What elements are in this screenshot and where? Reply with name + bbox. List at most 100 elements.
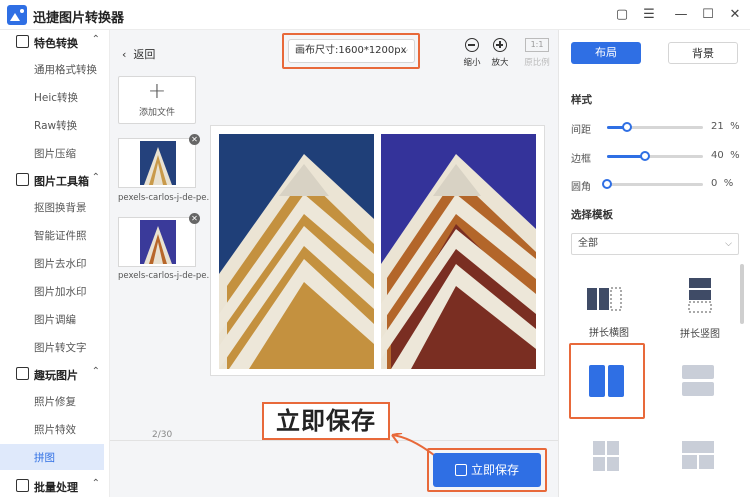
pin-icon[interactable]: ▢ [613, 6, 631, 24]
horizontal-strip-icon [587, 287, 622, 311]
spacing-label: 间距 [571, 125, 591, 136]
template-grid-a[interactable] [577, 433, 637, 483]
sidebar-item-label: 智能证件照 [34, 230, 87, 242]
two-rows-icon [682, 365, 714, 396]
sidebar: 特色转换 ⌃ 通用格式转换 Heic转换 Raw转换 图片压缩 图片工具箱 ⌃ … [0, 30, 110, 497]
add-file-label: 添加文件 [138, 108, 175, 118]
add-file-button[interactable]: + 添加文件 [118, 76, 196, 124]
corner-radius-value: 0 % [711, 178, 734, 189]
original-ratio-button[interactable]: 1:1 原比例 [523, 38, 551, 68]
page-indicator: 2/30 [152, 430, 173, 440]
sidebar-item-photo-effects[interactable]: 照片特效 [0, 416, 104, 442]
workspace: ‹ 返回 画布尺寸:1600*1200px ⌵ 缩小 放大 1:1 原比例 + … [110, 30, 558, 497]
sidebar-item-collage[interactable]: 拼图 [0, 444, 104, 470]
chevron-up-icon: ⌃ [91, 172, 100, 183]
sidebar-group-label: 趣玩图片 [34, 369, 78, 382]
two-columns-icon [589, 365, 624, 397]
border-label: 边框 [571, 154, 591, 165]
sidebar-item-label: 图片调编 [34, 314, 76, 326]
vertical-strip-icon [688, 278, 712, 313]
template-vertical-strip[interactable]: 拼长竖图 [670, 276, 730, 340]
grid-layout-icon [593, 441, 619, 471]
template-filter-select[interactable]: 全部 ⌵ [571, 233, 739, 255]
corner-radius-slider[interactable] [602, 179, 703, 189]
sidebar-item-compress[interactable]: 图片压缩 [0, 140, 104, 166]
sidebar-item-label: Raw转换 [34, 120, 78, 132]
template-label: 拼长竖图 [680, 329, 720, 340]
sidebar-group-label: 特色转换 [34, 37, 78, 50]
corner-radius-label: 圆角 [571, 182, 591, 193]
app-logo-icon [7, 5, 27, 25]
close-button[interactable]: ✕ [726, 6, 744, 24]
sidebar-item-photo-repair[interactable]: 照片修复 [0, 388, 104, 414]
sidebar-group-featured[interactable]: 特色转换 ⌃ [0, 30, 110, 54]
grid-layout-icon [682, 441, 714, 469]
back-button[interactable]: ‹ 返回 [122, 46, 155, 62]
sidebar-group-fun[interactable]: 趣玩图片 ⌃ [0, 362, 110, 386]
sidebar-item-heic[interactable]: Heic转换 [0, 84, 104, 110]
remove-file-icon[interactable]: ✕ [189, 213, 200, 224]
menu-icon[interactable]: ☰ [640, 6, 658, 24]
panel-scrollbar[interactable] [740, 264, 744, 324]
maximize-button[interactable]: ☐ [699, 6, 717, 24]
download-icon [454, 464, 467, 476]
chevron-left-icon: ‹ [122, 48, 127, 61]
sidebar-item-adjust[interactable]: 图片调编 [0, 306, 104, 332]
sidebar-item-label: 图片转文字 [34, 342, 87, 354]
collage-image-right[interactable] [381, 134, 536, 369]
sidebar-item-raw[interactable]: Raw转换 [0, 112, 104, 138]
convert-icon [16, 35, 29, 48]
slider-handle[interactable] [622, 122, 633, 132]
file-thumbnail[interactable]: ✕ [118, 213, 200, 267]
zoom-in-button[interactable]: 放大 [487, 38, 513, 68]
thumbnail-image [140, 220, 176, 264]
chevron-up-icon: ⌃ [91, 366, 100, 377]
file-name: pexels-carlos-j-de-pe... [118, 193, 210, 203]
tab-layout[interactable]: 布局 [571, 42, 641, 64]
slider-handle[interactable] [640, 151, 651, 161]
slider-handle[interactable] [602, 179, 612, 189]
image-icon [16, 367, 29, 380]
zoom-in-icon [493, 38, 507, 52]
sidebar-item-label: 图片去水印 [34, 258, 87, 270]
sidebar-group-toolbox[interactable]: 图片工具箱 ⌃ [0, 168, 110, 192]
sidebar-item-label: 照片修复 [34, 396, 76, 408]
sidebar-group-batch[interactable]: 批量处理 ⌃ [0, 474, 110, 497]
tab-background[interactable]: 背景 [668, 42, 738, 64]
collage-image-left[interactable] [219, 134, 374, 369]
remove-file-icon[interactable]: ✕ [189, 134, 200, 145]
save-button[interactable]: 立即保存 [433, 453, 541, 487]
sidebar-item-ocr[interactable]: 图片转文字 [0, 334, 104, 360]
template-horizontal-strip[interactable]: 拼长横图 [579, 280, 639, 339]
chevron-up-icon: ⌃ [91, 478, 100, 489]
template-filter-value: 全部 [578, 238, 598, 249]
template-two-columns[interactable] [577, 351, 637, 411]
file-thumbnail[interactable]: ✕ [118, 134, 200, 188]
sidebar-item-remove-watermark[interactable]: 图片去水印 [0, 250, 104, 276]
collage-preview [210, 125, 545, 376]
border-slider[interactable] [607, 151, 703, 161]
zoom-out-button[interactable]: 缩小 [459, 38, 485, 68]
title-bar: 迅捷图片转换器 ▢ ☰ — ☐ ✕ [0, 0, 750, 30]
sidebar-item-format-convert[interactable]: 通用格式转换 [0, 56, 104, 82]
sidebar-item-add-watermark[interactable]: 图片加水印 [0, 278, 104, 304]
sidebar-item-cutout[interactable]: 抠图换背景 [0, 194, 104, 220]
zoom-in-label: 放大 [491, 58, 509, 68]
original-ratio-label: 原比例 [524, 58, 550, 68]
save-button-label: 立即保存 [470, 463, 519, 477]
template-two-rows[interactable] [668, 351, 728, 411]
template-grid-b[interactable] [668, 433, 728, 483]
spacing-slider[interactable] [607, 122, 703, 132]
template-label: 拼长横图 [589, 328, 629, 339]
file-name: pexels-carlos-j-de-pe... [118, 271, 210, 281]
minimize-button[interactable]: — [672, 6, 690, 24]
sidebar-group-label: 图片工具箱 [34, 175, 89, 188]
divider [110, 440, 558, 441]
chevron-down-icon: ⌵ [725, 239, 732, 249]
sidebar-item-id-photo[interactable]: 智能证件照 [0, 222, 104, 248]
sidebar-item-label: 拼图 [34, 452, 55, 464]
toolbox-icon [16, 173, 29, 186]
sidebar-item-label: Heic转换 [34, 92, 79, 104]
batch-icon [16, 479, 29, 492]
sidebar-item-label: 照片特效 [34, 424, 76, 436]
